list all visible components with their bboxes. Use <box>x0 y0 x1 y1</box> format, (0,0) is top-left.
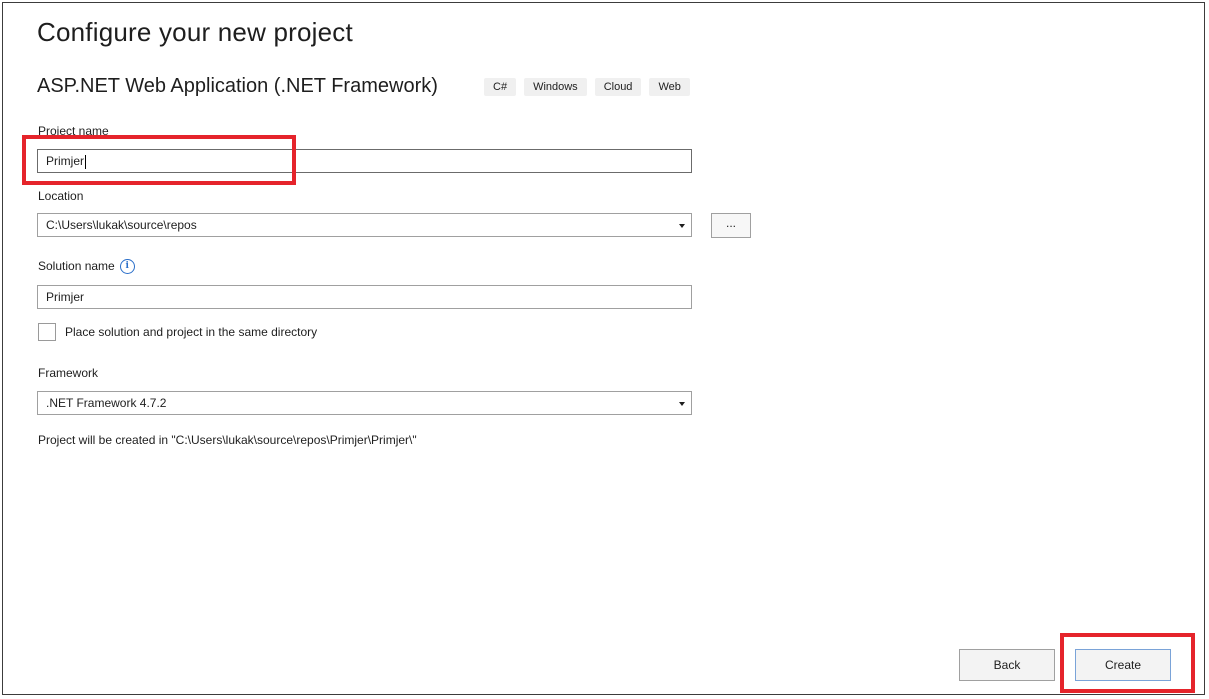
location-value: C:\Users\lukak\source\repos <box>46 218 197 232</box>
project-name-input[interactable]: Primjer <box>37 149 692 173</box>
solution-name-label-row: Solution name i <box>38 259 135 275</box>
browse-location-button[interactable]: ... <box>711 213 751 238</box>
page-title: Configure your new project <box>37 17 353 47</box>
created-in-text: Project will be created in "C:\Users\luk… <box>38 433 417 447</box>
solution-name-value: Primjer <box>46 290 84 304</box>
create-button[interactable]: Create <box>1075 649 1171 681</box>
configure-project-dialog <box>2 2 1205 695</box>
solution-name-input[interactable]: Primjer <box>37 285 692 309</box>
tag-web: Web <box>649 78 690 96</box>
project-name-value: Primjer <box>46 154 84 168</box>
chevron-down-icon <box>679 402 685 406</box>
tag-csharp: C# <box>484 78 517 96</box>
text-caret <box>85 154 86 169</box>
tag-cloud: Cloud <box>594 78 642 96</box>
template-name: ASP.NET Web Application (.NET Framework) <box>37 75 438 97</box>
solution-name-label: Solution name <box>38 259 115 273</box>
same-directory-label: Place solution and project in the same d… <box>65 325 318 339</box>
chevron-down-icon <box>679 224 685 228</box>
framework-label: Framework <box>38 366 99 380</box>
same-directory-checkbox[interactable] <box>38 323 56 341</box>
location-dropdown[interactable]: C:\Users\lukak\source\repos <box>37 213 692 237</box>
location-label: Location <box>38 189 84 203</box>
framework-value: .NET Framework 4.7.2 <box>46 396 167 410</box>
tag-windows: Windows <box>524 78 587 96</box>
same-directory-option[interactable]: Place solution and project in the same d… <box>38 323 317 341</box>
project-name-label: Project name <box>38 124 109 138</box>
template-tags: C# Windows Cloud Web <box>484 78 690 96</box>
back-button[interactable]: Back <box>959 649 1055 681</box>
framework-dropdown[interactable]: .NET Framework 4.7.2 <box>37 391 692 415</box>
info-icon[interactable]: i <box>119 259 135 275</box>
